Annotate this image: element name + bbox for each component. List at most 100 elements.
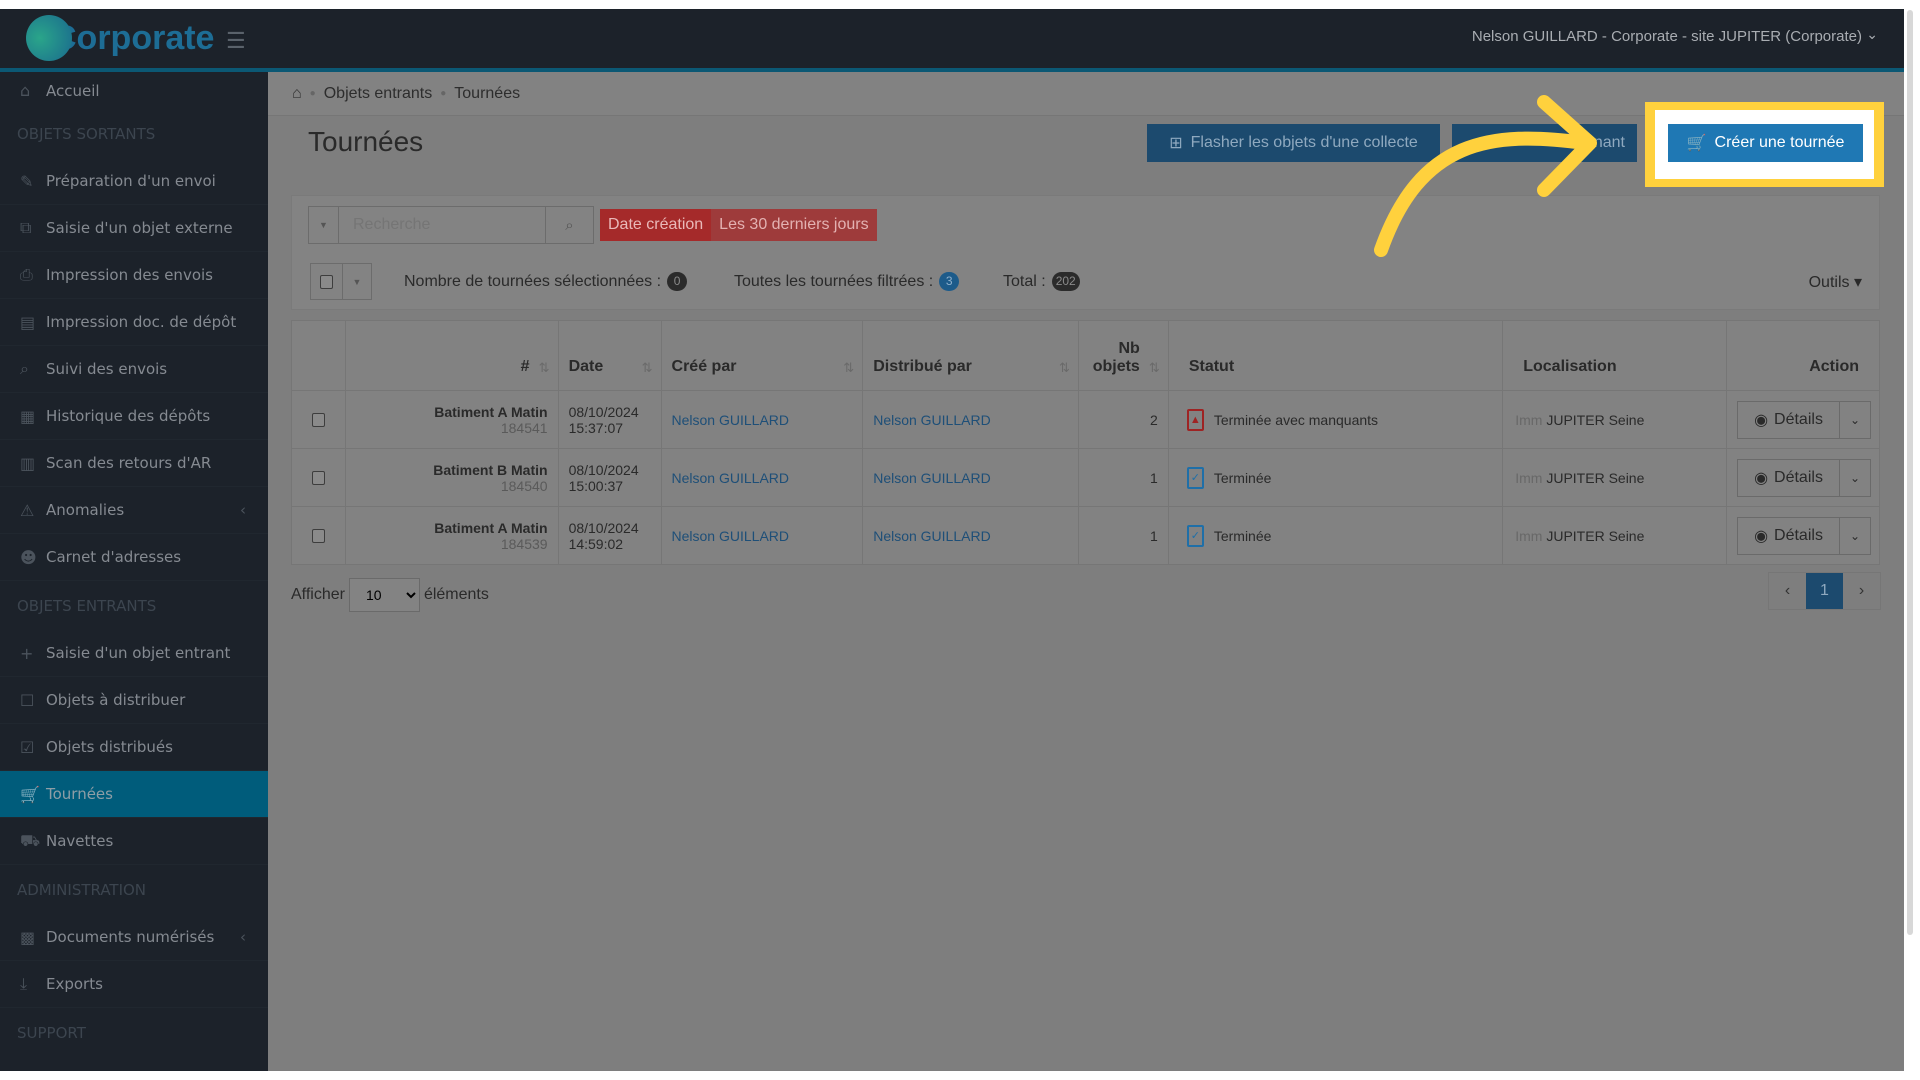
external-edit-icon: ⧉ [20,218,32,237]
sidebar-item-impression-doc-de-depot[interactable]: ▤ Impression doc. de dépôt [0,299,268,346]
create-tour-button[interactable]: 🛒 Créer une tournée [1668,124,1863,162]
tour-date: 08/10/2024 [568,461,639,478]
sidebar-item-tournees[interactable]: 🛒 Tournées [0,771,268,818]
distributed-by-link[interactable]: Nelson GUILLARD [873,528,991,544]
search-icon[interactable]: ⌕ [545,207,593,243]
col-date[interactable]: Date ⇅ [557,320,662,391]
scrollbar-thumb[interactable] [1907,10,1913,935]
sidebar-item-suivi-des-envois[interactable]: ⌕ Suivi des envois [0,346,268,393]
nb-objects: 1 [1077,506,1169,565]
sidebar-item-documents-numerises[interactable]: ▩ Documents numérisés ‹ [0,914,268,961]
menu-toggle-icon[interactable]: ☰ [226,28,246,54]
sidebar-item-exports[interactable]: ⤓ Exports [0,961,268,1008]
created-by-link[interactable]: Nelson GUILLARD [672,412,790,428]
secondary-action-button[interactable]: enant [1452,124,1637,162]
col-distributed-by[interactable]: Distribué par ⇅ [862,320,1079,391]
col-nb-objects[interactable]: Nb objets ⇅ [1077,320,1169,391]
sidebar-section-heading: SUPPORT [17,1023,86,1042]
page-button[interactable]: 1 [1806,573,1843,609]
eye-icon: ◉ [1754,527,1769,545]
sidebar-item-saisie-d-un-objet-externe[interactable]: ⧉ Saisie d'un objet externe [0,205,268,252]
home-icon[interactable]: ⌂ [292,85,302,103]
col-id[interactable]: # ⇅ [344,320,559,391]
select-all-checkbox[interactable] [320,274,333,289]
sidebar-item-objets-distribues[interactable]: ☑ Objets distribués [0,724,268,771]
sidebar-item-label: Tournées [46,785,113,803]
details-button[interactable]: ◉ Détails [1738,517,1840,554]
created-by-link[interactable]: Nelson GUILLARD [672,528,790,544]
tour-time: 14:59:02 [568,535,624,552]
page-title: Tournées [308,126,424,157]
row-actions-dropdown[interactable]: ⌄ [1840,518,1870,554]
cart-icon: 🛒 [20,784,40,804]
location: JUPITER Seine [1546,411,1645,428]
sidebar-item-saisie-d-un-objet-entrant[interactable]: + Saisie d'un objet entrant [0,630,268,677]
col-created-by[interactable]: Créé par ⇅ [660,320,864,391]
search-input[interactable] [339,207,545,243]
sidebar-item-objets-a-distribuer[interactable]: ☐ Objets à distribuer [0,677,268,724]
sidebar-section-heading: OBJETS ENTRANTS [17,596,157,615]
location: JUPITER Seine [1546,527,1645,544]
search-group: ▼ ⌕ [308,206,594,244]
col-action: Action [1726,320,1880,391]
tour-id: 184540 [500,477,548,494]
details-button[interactable]: ◉ Détails [1738,401,1840,438]
location-prefix: Imm [1515,411,1543,428]
distributed-by-link[interactable]: Nelson GUILLARD [873,412,991,428]
search-options-dropdown[interactable]: ▼ [309,207,339,243]
active-filter-badge[interactable]: Date création Les 30 derniers jours [600,209,877,241]
sidebar-item-carnet-d-adresses[interactable]: ☻ Carnet d'adresses [0,534,268,581]
row-checkbox[interactable] [311,470,325,485]
bulk-select-dropdown[interactable]: ▼ [343,264,371,299]
row-actions-dropdown[interactable]: ⌄ [1840,402,1870,438]
users-icon: ☻ [20,547,37,567]
sidebar: ⌂ Accueil OBJETS SORTANTS ✎ Préparation d'un… [0,72,268,1071]
sidebar-item-accueil[interactable]: ⌂ Accueil [0,72,268,109]
created-by-link[interactable]: Nelson GUILLARD [672,470,790,486]
tour-id: 184541 [500,419,548,436]
tools-dropdown[interactable]: Outils ▾ [1809,272,1862,292]
flash-collection-button[interactable]: ⊞ Flasher les objets d'une collecte [1147,124,1440,162]
sidebar-item-label: Accueil [46,81,100,100]
nb-objects: 2 [1077,390,1169,449]
sidebar-item-label: Scan des retours d'AR [46,454,212,472]
sidebar-item-scan-des-retours-d-ar[interactable]: ▥ Scan des retours d'AR [0,440,268,487]
col-status: Statut [1167,320,1504,391]
row-checkbox[interactable] [311,528,325,543]
sidebar-item-label: Anomalies [46,501,125,519]
bulk-select[interactable]: ▼ [310,263,372,300]
pencil-icon: ✎ [20,171,34,191]
sidebar-item-label: Objets distribués [46,738,173,756]
total-count: Total :202 [1003,272,1080,291]
search-icon: ⌕ [20,359,29,378]
download-icon: ⤓ [20,974,28,993]
table-row: Batiment A Matin 184539 08/10/2024 14:59:02… [291,506,1880,565]
location-prefix: Imm [1515,469,1543,486]
sidebar-item-label: Saisie d'un objet entrant [46,644,231,662]
next-page-button[interactable]: › [1843,573,1880,609]
distributed-by-link[interactable]: Nelson GUILLARD [873,470,991,486]
user-menu[interactable]: Nelson GUILLARD - Corporate - site JUPIT… [1472,28,1862,45]
sidebar-item-impression-des-envois[interactable]: ⎙ Impression des envois [0,252,268,299]
eye-icon: ◉ [1754,469,1769,487]
row-actions-dropdown[interactable]: ⌄ [1840,460,1870,496]
logo[interactable]: Corporate [26,13,214,63]
status-text: Terminée avec manquants [1213,411,1379,428]
col-location: Localisation [1502,320,1727,391]
clipboard-check-icon: ✓ [1186,524,1204,547]
chevron-left-icon: ‹ [240,501,246,519]
sidebar-item-preparation-d-un-envoi[interactable]: ✎ Préparation d'un envoi [0,158,268,205]
row-checkbox[interactable] [311,412,325,427]
sidebar-item-historique-des-depots[interactable]: ▦ Historique des dépôts [0,393,268,440]
sidebar-item-anomalies[interactable]: ⚠ Anomalies ‹ [0,487,268,534]
page-size-select[interactable]: 10 [348,578,420,612]
breadcrumb-objets-entrants[interactable]: Objets entrants [324,85,433,103]
chevron-down-icon[interactable]: ⌄ [1866,26,1878,43]
tour-date: 08/10/2024 [568,519,639,536]
details-button-group: ◉ Détails ⌄ [1737,400,1871,439]
tour-name: Batiment B Matin [433,461,548,478]
prev-page-button[interactable]: ‹ [1769,573,1806,609]
details-button[interactable]: ◉ Détails [1738,459,1840,496]
sidebar-item-navettes[interactable]: ⛟ Navettes [0,818,268,865]
home-icon: ⌂ [20,81,31,100]
